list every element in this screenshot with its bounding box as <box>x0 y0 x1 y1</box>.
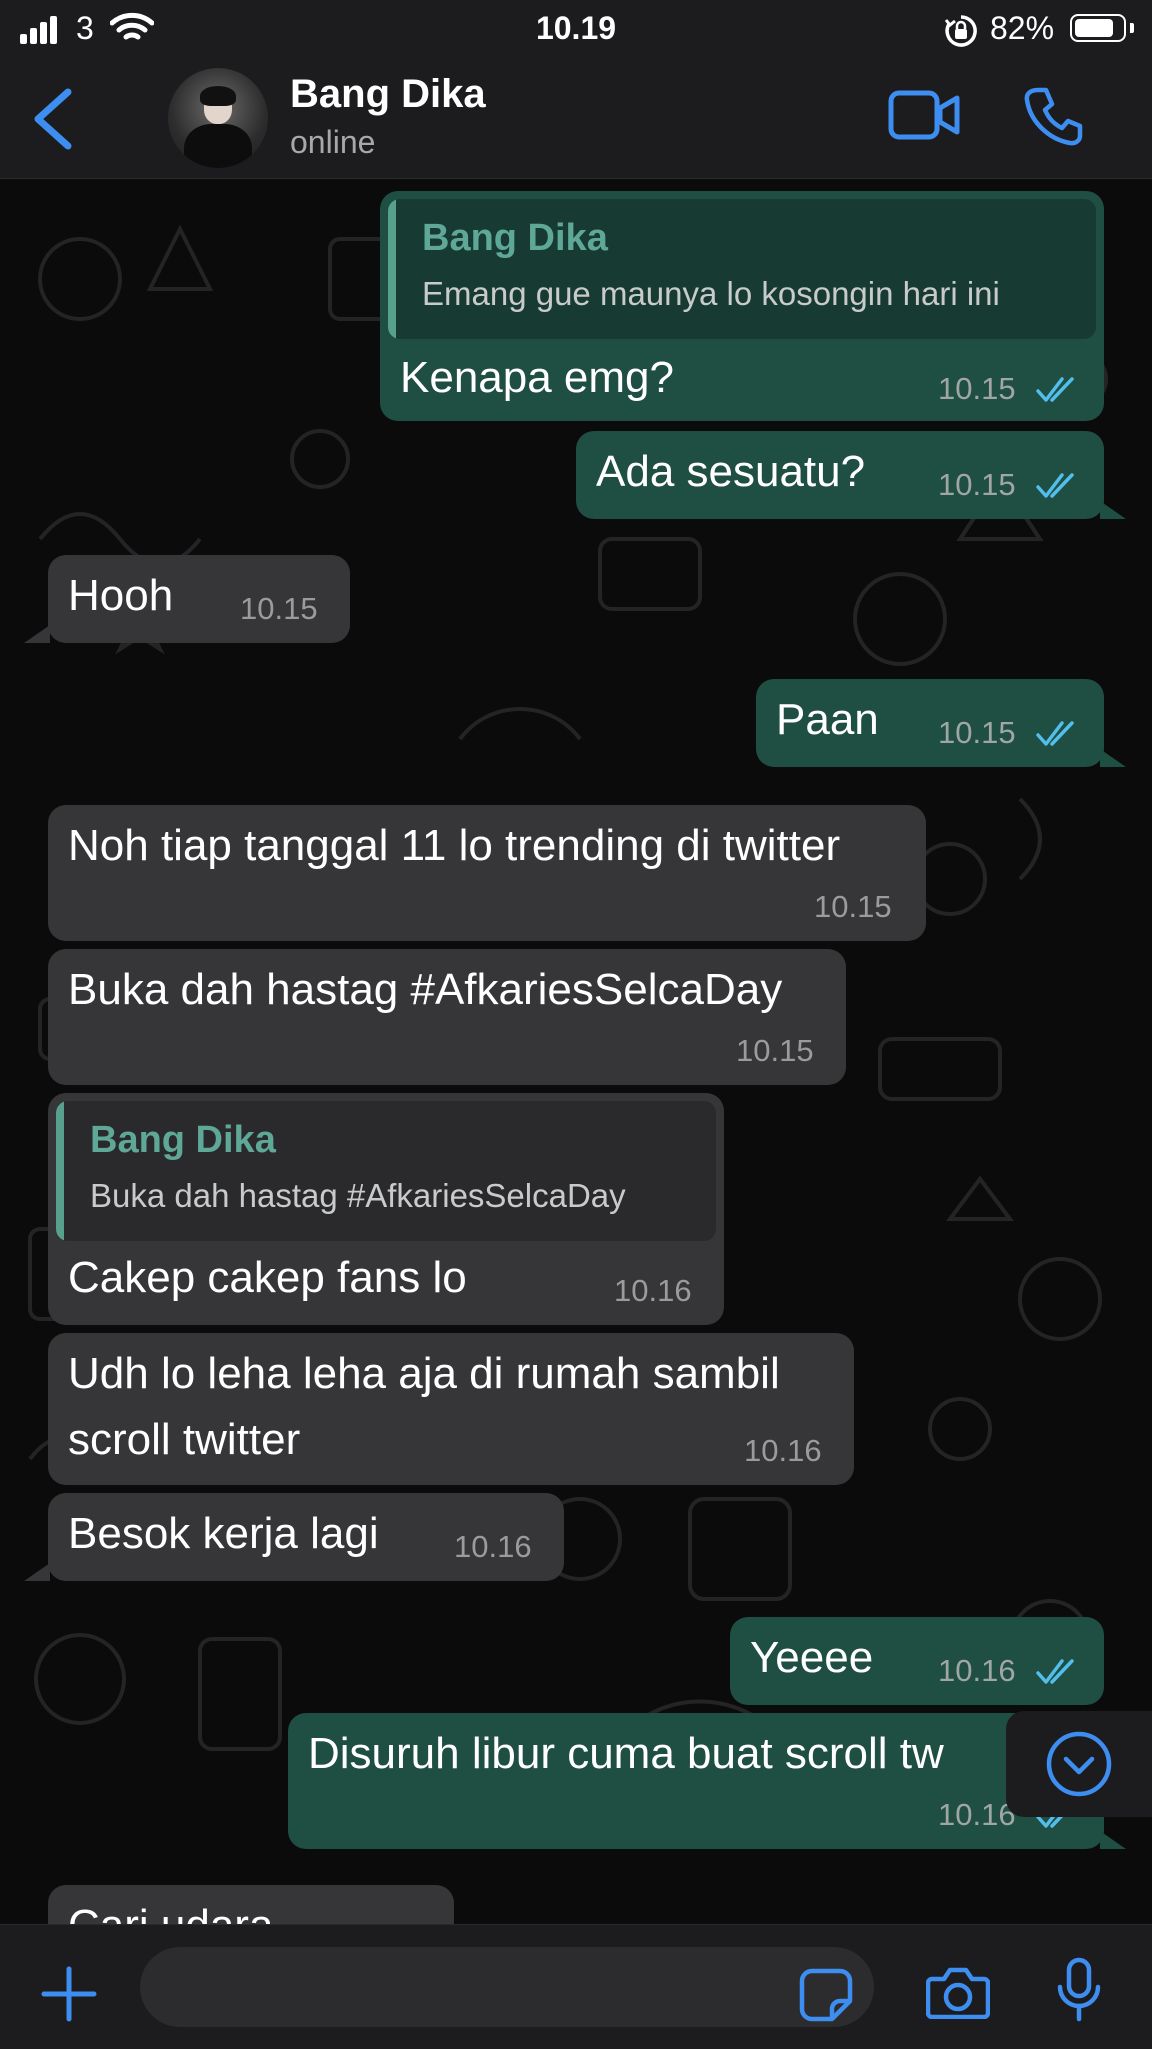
message-time: 10.15 <box>938 715 1016 750</box>
quoted-message[interactable]: Bang Dika Emang gue maunya lo kosongin h… <box>388 199 1096 339</box>
battery-tip <box>1130 23 1134 33</box>
message-list[interactable]: Bang Dika Emang gue maunya lo kosongin h… <box>0 179 1152 1924</box>
phone-icon[interactable] <box>1024 86 1084 146</box>
message-bubble-incoming[interactable]: Noh tiap tanggal 11 lo trending di twitt… <box>48 805 926 941</box>
contact-status: online <box>290 124 376 160</box>
bubble-tail <box>24 1563 50 1581</box>
message-time: 10.15 <box>240 591 318 626</box>
bubble-tail <box>1100 749 1126 767</box>
read-receipt-icon <box>1036 473 1074 498</box>
quote-author: Bang Dika <box>90 1119 276 1161</box>
status-bar: 3 10.19 82% <box>0 0 1152 60</box>
message-bubble-outgoing[interactable]: Yeeee 10.16 <box>730 1617 1104 1705</box>
message-time: 10.15 <box>938 371 1016 406</box>
message-time: 10.15 <box>736 1033 814 1068</box>
message-bubble-outgoing[interactable]: Ada sesuatu? 10.15 <box>576 431 1104 519</box>
quote-text: Emang gue maunya lo kosongin hari ini <box>422 275 1000 312</box>
message-text-line-1: Udh lo leha leha aja di rumah sambil <box>68 1349 780 1398</box>
message-text: Buka dah hastag #AfkariesSelcaDay <box>68 965 783 1014</box>
composer-bar <box>0 1924 1152 2049</box>
message-bubble-incoming[interactable]: Bang Dika Buka dah hastag #AfkariesSelca… <box>48 1093 724 1325</box>
message-text: Besok kerja lagi <box>68 1509 379 1558</box>
message-bubble-outgoing[interactable]: Bang Dika Emang gue maunya lo kosongin h… <box>380 191 1104 421</box>
avatar[interactable] <box>168 68 268 168</box>
message-time: 10.16 <box>454 1529 532 1564</box>
message-time: 10.16 <box>614 1273 692 1308</box>
message-text: Hooh <box>68 571 174 620</box>
message-bubble-outgoing[interactable]: Paan 10.15 <box>756 679 1104 767</box>
video-camera-icon[interactable] <box>888 90 960 140</box>
message-bubble-outgoing[interactable]: Disuruh libur cuma buat scroll tw 10.16 <box>288 1713 1104 1849</box>
message-bubble-incoming[interactable]: Buka dah hastag #AfkariesSelcaDay 10.15 <box>48 949 846 1085</box>
message-bubble-incoming[interactable]: Besok kerja lagi 10.16 <box>48 1493 564 1581</box>
scroll-to-bottom-button[interactable] <box>1006 1711 1152 1817</box>
message-bubble-incoming[interactable]: Cari udara <box>48 1885 454 1924</box>
clock: 10.19 <box>535 10 617 46</box>
bubble-tail <box>24 625 50 643</box>
battery-icon <box>1070 14 1126 42</box>
message-time: 10.16 <box>938 1653 1016 1688</box>
message-text: Cari udara <box>68 1901 273 1924</box>
microphone-icon[interactable] <box>1056 1957 1102 2023</box>
quote-accent-bar <box>56 1101 64 1241</box>
battery-percent: 82% <box>990 10 1055 46</box>
message-text: Noh tiap tanggal 11 lo trending di twitt… <box>68 821 841 870</box>
message-text: Disuruh libur cuma buat scroll tw <box>308 1729 944 1778</box>
message-time: 10.15 <box>814 889 892 924</box>
contact-name[interactable]: Bang Dika <box>290 72 486 117</box>
message-text: Yeeee <box>750 1633 874 1682</box>
message-text: Cakep cakep fans lo <box>68 1253 467 1302</box>
message-text-line-2: scroll twitter <box>68 1415 301 1464</box>
message-time: 10.16 <box>744 1433 822 1468</box>
quote-author: Bang Dika <box>422 217 608 259</box>
message-bubble-incoming[interactable]: Hooh 10.15 <box>48 555 350 643</box>
message-input[interactable] <box>140 1947 874 2027</box>
sticker-icon[interactable] <box>798 1967 854 2023</box>
chevron-left-icon[interactable] <box>30 88 74 150</box>
message-time: 10.15 <box>938 467 1016 502</box>
chat-header: Bang Dika online <box>0 60 1152 179</box>
quoted-message[interactable]: Bang Dika Buka dah hastag #AfkariesSelca… <box>56 1101 716 1241</box>
orientation-lock-icon <box>944 15 977 47</box>
read-receipt-icon <box>1036 377 1074 402</box>
plus-icon[interactable] <box>40 1965 98 2023</box>
bubble-tail <box>1100 1831 1126 1849</box>
read-receipt-icon <box>1036 1659 1074 1684</box>
message-text: Kenapa emg? <box>400 353 674 402</box>
chevron-down-circle-icon <box>1046 1731 1112 1797</box>
message-time: 10.16 <box>938 1797 1016 1832</box>
quote-accent-bar <box>388 199 396 339</box>
message-text: Paan <box>776 695 879 744</box>
read-receipt-icon <box>1036 721 1074 746</box>
quote-text: Buka dah hastag #AfkariesSelcaDay <box>90 1177 626 1214</box>
message-bubble-incoming[interactable]: Udh lo leha leha aja di rumah sambil scr… <box>48 1333 854 1485</box>
message-text: Ada sesuatu? <box>596 447 866 496</box>
camera-icon[interactable] <box>926 1965 990 2019</box>
bubble-tail <box>1100 501 1126 519</box>
